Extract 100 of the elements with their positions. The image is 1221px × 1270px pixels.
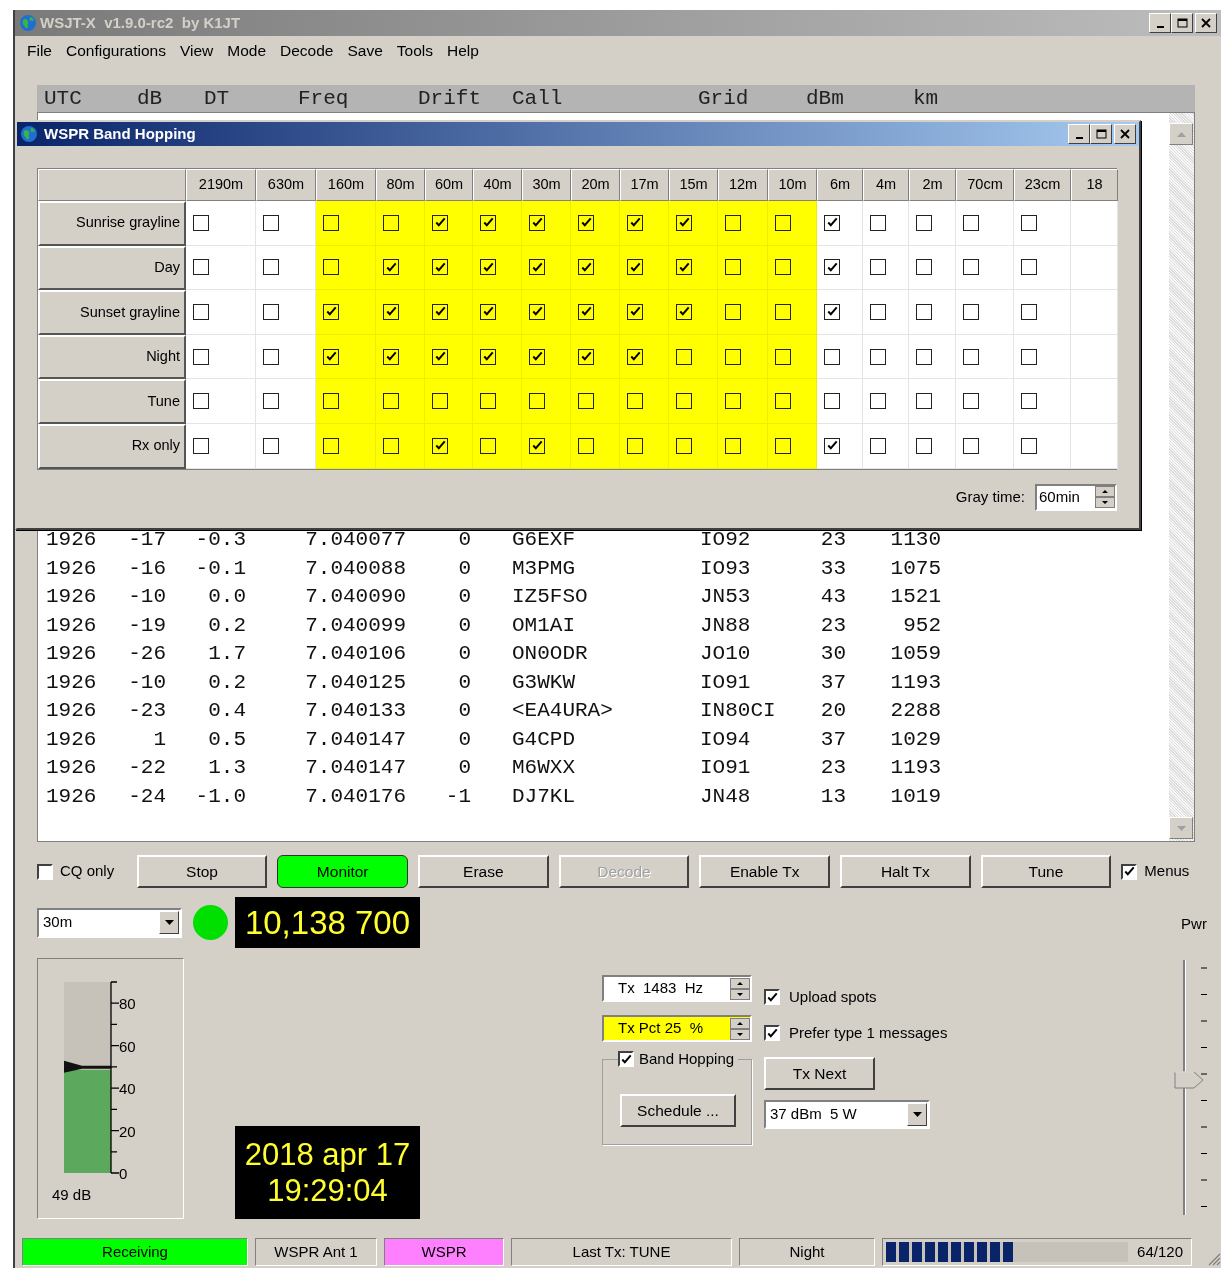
checkbox[interactable] xyxy=(263,393,279,410)
checkbox[interactable] xyxy=(963,259,979,276)
checkbox[interactable] xyxy=(627,348,643,365)
checkbox[interactable] xyxy=(529,348,545,365)
action-button[interactable]: Erase xyxy=(418,855,549,888)
maximize-button[interactable] xyxy=(1171,13,1193,33)
checkbox[interactable] xyxy=(383,393,399,410)
close-button[interactable] xyxy=(1114,124,1136,144)
checkbox[interactable] xyxy=(1021,437,1037,454)
checkbox[interactable] xyxy=(480,393,496,410)
checkbox[interactable] xyxy=(432,437,448,454)
checkbox[interactable] xyxy=(676,437,692,454)
checkbox[interactable] xyxy=(383,437,399,454)
checkbox[interactable] xyxy=(578,437,594,454)
checkbox[interactable] xyxy=(775,393,791,410)
checkbox[interactable] xyxy=(916,393,932,410)
checkbox[interactable] xyxy=(529,393,545,410)
checkbox[interactable] xyxy=(432,393,448,410)
checkbox[interactable] xyxy=(775,437,791,454)
checkbox[interactable] xyxy=(432,348,448,365)
checkbox[interactable] xyxy=(764,1025,780,1041)
checkbox[interactable] xyxy=(963,437,979,454)
checkbox[interactable] xyxy=(627,214,643,231)
checkbox[interactable] xyxy=(963,304,979,320)
scroll-up-button[interactable] xyxy=(1169,123,1193,145)
menu-item[interactable]: Configurations xyxy=(59,39,173,63)
checkbox[interactable] xyxy=(323,214,339,231)
checkbox[interactable] xyxy=(870,437,886,454)
checkbox[interactable] xyxy=(480,348,496,365)
checkbox[interactable] xyxy=(870,393,886,410)
checkbox[interactable] xyxy=(916,214,932,231)
checkbox[interactable] xyxy=(916,304,932,320)
checkbox[interactable] xyxy=(764,989,780,1005)
checkbox[interactable] xyxy=(627,437,643,454)
checkbox[interactable] xyxy=(1021,304,1037,320)
close-button[interactable] xyxy=(1195,13,1217,33)
checkbox[interactable] xyxy=(480,437,496,454)
checkbox[interactable] xyxy=(383,214,399,231)
menu-item[interactable]: Mode xyxy=(220,39,274,63)
checkbox[interactable] xyxy=(263,437,279,454)
checkbox[interactable] xyxy=(193,259,209,276)
checkbox[interactable] xyxy=(870,304,886,320)
checkbox[interactable] xyxy=(323,437,339,454)
checkbox[interactable] xyxy=(193,348,209,365)
checkbox[interactable] xyxy=(323,348,339,365)
action-button[interactable]: Stop xyxy=(136,855,268,888)
checkbox[interactable] xyxy=(676,304,692,320)
scroll-down-button[interactable] xyxy=(1169,817,1193,839)
checkbox[interactable] xyxy=(383,348,399,365)
band-dropdown[interactable]: 30m xyxy=(37,907,182,938)
checkbox[interactable] xyxy=(193,393,209,410)
checkbox[interactable] xyxy=(775,304,791,320)
tx-percent-spinbox[interactable]: Tx Pct 25 % xyxy=(602,1015,752,1042)
checkbox[interactable] xyxy=(824,304,840,320)
checkbox[interactable] xyxy=(1021,259,1037,276)
menu-item[interactable]: Save xyxy=(340,39,390,63)
action-button[interactable]: Enable Tx xyxy=(699,855,830,888)
scrollbar[interactable] xyxy=(1169,113,1194,841)
checkbox[interactable] xyxy=(578,348,594,365)
checkbox[interactable] xyxy=(725,304,741,320)
schedule-button[interactable]: Schedule ... xyxy=(620,1094,736,1127)
checkbox[interactable] xyxy=(775,348,791,365)
spin-buttons[interactable] xyxy=(1095,486,1115,509)
checkbox[interactable] xyxy=(578,393,594,410)
menu-item[interactable]: Help xyxy=(440,39,486,63)
checkbox[interactable] xyxy=(725,393,741,410)
checkbox[interactable] xyxy=(676,259,692,276)
action-button[interactable]: Tune xyxy=(980,855,1112,888)
checkbox[interactable] xyxy=(870,214,886,231)
spin-buttons[interactable] xyxy=(730,1017,750,1040)
checkbox[interactable] xyxy=(916,259,932,276)
checkbox[interactable] xyxy=(725,259,741,276)
power-dropdown[interactable]: 37 dBm 5 W xyxy=(764,1100,930,1129)
checkbox[interactable] xyxy=(432,214,448,231)
checkbox[interactable] xyxy=(323,304,339,320)
checkbox[interactable] xyxy=(963,214,979,231)
checkbox[interactable] xyxy=(963,393,979,410)
checkbox[interactable] xyxy=(263,304,279,320)
minimize-button[interactable] xyxy=(1068,124,1090,144)
checkbox[interactable] xyxy=(37,863,53,880)
checkbox[interactable] xyxy=(870,348,886,365)
checkbox[interactable] xyxy=(1021,393,1037,410)
checkbox[interactable] xyxy=(480,214,496,231)
checkbox[interactable] xyxy=(824,214,840,231)
checkbox[interactable] xyxy=(323,259,339,276)
checkbox[interactable] xyxy=(529,214,545,231)
tx-next-button[interactable]: Tx Next xyxy=(764,1057,875,1090)
checkbox[interactable] xyxy=(263,259,279,276)
checkbox[interactable] xyxy=(578,214,594,231)
checkbox[interactable] xyxy=(916,348,932,365)
checkbox[interactable] xyxy=(824,348,840,365)
checkbox[interactable] xyxy=(529,304,545,320)
checkbox[interactable] xyxy=(916,437,932,454)
checkbox[interactable] xyxy=(480,304,496,320)
checkbox[interactable] xyxy=(323,393,339,410)
checkbox[interactable] xyxy=(963,348,979,365)
spin-buttons[interactable] xyxy=(730,977,750,1000)
checkbox[interactable] xyxy=(676,348,692,365)
checkbox[interactable] xyxy=(432,259,448,276)
checkbox[interactable] xyxy=(775,214,791,231)
